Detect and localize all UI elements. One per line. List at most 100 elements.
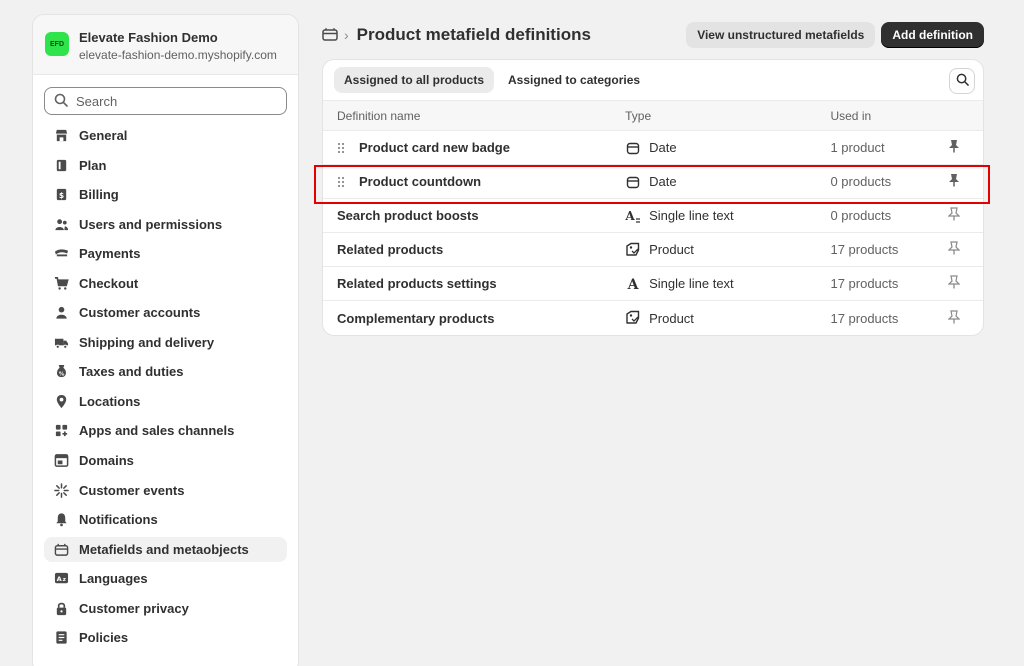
sidebar-item-customer-privacy[interactable]: Customer privacy [44, 596, 287, 621]
sidebar-item-label: Domains [79, 453, 134, 469]
policies-icon [53, 630, 69, 646]
table-row[interactable]: Complementary products Product 17 products [323, 301, 983, 335]
definition-name[interactable]: Product countdown [359, 174, 481, 189]
store-header[interactable]: EFD Elevate Fashion Demo elevate-fashion… [33, 15, 298, 75]
truck-icon [53, 334, 69, 350]
sidebar-item-payments[interactable]: Payments [44, 241, 287, 266]
pin-filled-icon[interactable] [948, 139, 960, 156]
sidebar-item-shipping-and-delivery[interactable]: Shipping and delivery [44, 330, 287, 355]
used-in-count: 0 products [830, 174, 892, 189]
definition-name[interactable]: Related products [337, 242, 443, 257]
column-header-definition-name[interactable]: Definition name [323, 109, 625, 123]
sidebar-item-apps-and-sales-channels[interactable]: Apps and sales channels [44, 418, 287, 443]
table-row[interactable]: Product countdown Date 0 products [323, 165, 983, 199]
drag-handle-icon[interactable] [337, 176, 359, 188]
svg-text:A: A [625, 209, 635, 223]
page-header: › Product metafield definitions View uns… [322, 22, 984, 48]
text-icon: A [625, 276, 641, 292]
sidebar-item-locations[interactable]: Locations [44, 389, 287, 414]
svg-text:$: $ [58, 191, 63, 200]
pin-filled-icon[interactable] [948, 173, 960, 190]
svg-text:%: % [58, 372, 64, 378]
used-in-count: 17 products [830, 310, 899, 326]
store-name: Elevate Fashion Demo [79, 30, 218, 45]
used-in-count: 17 products [830, 242, 899, 257]
store-avatar: EFD [45, 32, 69, 56]
sidebar-item-billing[interactable]: $ Billing [44, 182, 287, 207]
tax-icon: % [53, 364, 69, 380]
sidebar-item-general[interactable]: General [44, 123, 287, 148]
sidebar-item-customer-events[interactable]: Customer events [44, 478, 287, 503]
definition-type: Product [649, 310, 694, 326]
used-in-count: 17 products [830, 276, 899, 291]
definition-type: Date [649, 140, 677, 155]
pin-icon[interactable] [947, 275, 961, 292]
sidebar-item-metafields-and-metaobjects[interactable]: Metafields and metaobjects [44, 536, 287, 562]
page-title: Product metafield definitions [356, 25, 591, 44]
person-icon [53, 305, 69, 321]
drag-handle-icon[interactable] [337, 142, 359, 154]
lock-icon [53, 600, 69, 616]
settings-sidebar: EFD Elevate Fashion Demo elevate-fashion… [32, 14, 299, 666]
tab-assigned-to-categories[interactable]: Assigned to categories [498, 67, 650, 93]
sidebar-item-checkout[interactable]: Checkout [44, 271, 287, 296]
tab-bar: Assigned to all products Assigned to cat… [323, 60, 983, 100]
sidebar-item-label: Plan [79, 157, 107, 173]
search-icon [956, 73, 969, 89]
metafields-icon [53, 541, 69, 557]
definition-name[interactable]: Product card new badge [359, 140, 510, 155]
sidebar-item-taxes-and-duties[interactable]: % Taxes and duties [44, 359, 287, 384]
settings-search[interactable] [44, 87, 287, 115]
definition-name[interactable]: Search product boosts [337, 208, 479, 223]
table-row[interactable]: Product card new badge Date 1 product [323, 131, 983, 165]
add-definition-button[interactable]: Add definition [881, 22, 984, 48]
location-icon [53, 393, 69, 409]
table-search-button[interactable] [949, 68, 975, 94]
sidebar-item-label: Metafields and metaobjects [79, 541, 249, 557]
pin-icon[interactable] [947, 241, 961, 258]
sidebar-item-languages[interactable]: Az Languages [44, 566, 287, 591]
definition-type: Date [649, 174, 677, 189]
view-unstructured-metafields-button[interactable]: View unstructured metafields [686, 22, 876, 48]
sidebar-item-notifications[interactable]: Notifications [44, 507, 287, 532]
pin-icon[interactable] [947, 207, 961, 224]
definition-name[interactable]: Related products settings [337, 276, 497, 291]
pin-icon[interactable] [947, 309, 961, 327]
calendar-icon [625, 140, 641, 156]
sidebar-item-label: Shipping and delivery [79, 334, 215, 350]
sidebar-item-customer-accounts[interactable]: Customer accounts [44, 300, 287, 325]
metafields-icon[interactable] [322, 27, 338, 44]
definitions-table-body: Product card new badge Date 1 product Produ… [323, 131, 983, 335]
used-in-count: 0 products [830, 208, 892, 223]
column-header-type[interactable]: Type [625, 109, 830, 123]
domains-icon [53, 453, 69, 469]
billing-icon: $ [53, 187, 69, 203]
table-row[interactable]: Related products Product 17 products [323, 233, 983, 267]
sidebar-item-policies[interactable]: Policies [44, 625, 287, 650]
column-header-used-in[interactable]: Used in [830, 109, 948, 123]
store-domain: elevate-fashion-demo.myshopify.com [79, 48, 277, 62]
store-icon [53, 128, 69, 144]
sidebar-item-plan[interactable]: Plan [44, 153, 287, 178]
table-row[interactable]: Related products settings A Single line te… [323, 267, 983, 301]
tab-assigned-to-all-products[interactable]: Assigned to all products [334, 67, 495, 93]
users-icon [53, 216, 69, 232]
language-icon: Az [53, 571, 69, 587]
settings-nav: General Plan $ Billing Users and permissions… [33, 123, 298, 650]
search-input[interactable] [76, 93, 276, 109]
product-tag-icon [625, 242, 641, 258]
definition-name[interactable]: Complementary products [337, 311, 494, 326]
sidebar-item-label: General [79, 128, 128, 143]
sidebar-item-label: Languages [79, 571, 148, 587]
sidebar-item-label: Payments [79, 246, 141, 262]
sidebar-item-label: Users and permissions [79, 216, 223, 232]
table-row[interactable]: Search product boosts A Single line text 0 … [323, 199, 983, 233]
payments-icon [53, 246, 69, 262]
bell-icon [53, 512, 69, 528]
events-icon [53, 482, 69, 498]
sidebar-item-domains[interactable]: Domains [44, 448, 287, 473]
sidebar-item-label: Locations [79, 393, 141, 409]
sidebar-item-users-and-permissions[interactable]: Users and permissions [44, 212, 287, 237]
definitions-card: Assigned to all products Assigned to cat… [322, 59, 984, 336]
breadcrumb-separator: › [344, 27, 349, 43]
